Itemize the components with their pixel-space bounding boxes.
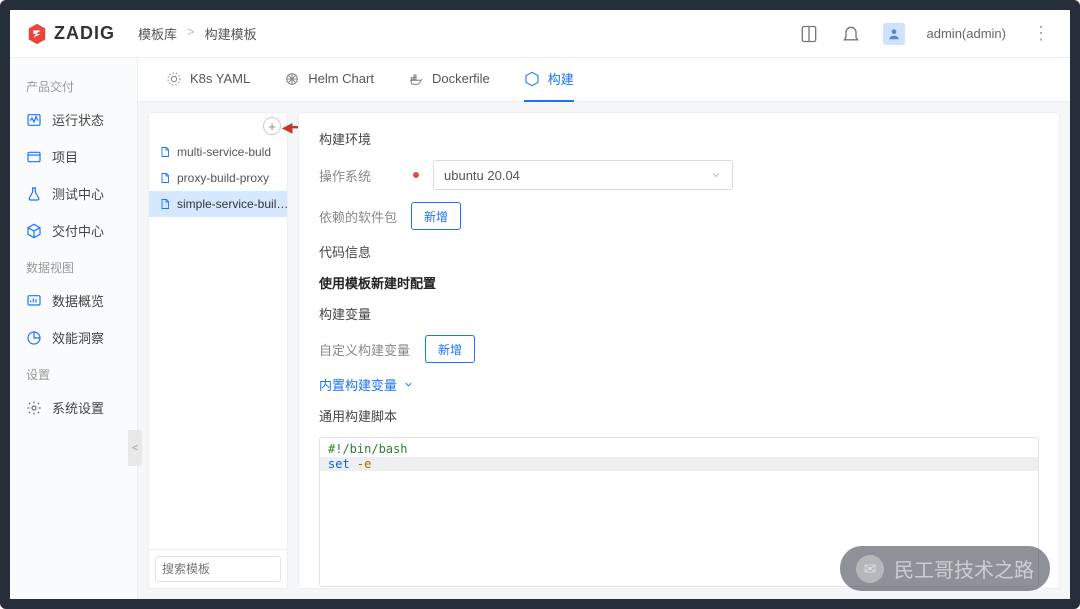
template-item[interactable]: simple-service-buil… (149, 191, 287, 217)
script-editor[interactable]: #!/bin/bash set -e (319, 437, 1039, 587)
sidebar-item-label: 数据概览 (52, 291, 104, 310)
template-hint: 使用模板新建时配置 (319, 273, 1039, 292)
logo-icon (26, 23, 48, 45)
username[interactable]: admin(admin) (927, 26, 1006, 41)
os-select-value: ubuntu 20.04 (444, 168, 520, 183)
code-line: #!/bin/bash (328, 442, 1030, 456)
search-input-wrap[interactable] (155, 556, 281, 582)
template-list-pane: + ◀━ multi-service-buld proxy-build-prox… (148, 112, 288, 589)
template-item-label: proxy-build-proxy (177, 171, 269, 185)
sidebar-item-status[interactable]: 运行状态 (10, 101, 137, 138)
file-icon (159, 172, 171, 184)
docs-icon[interactable] (799, 24, 819, 44)
template-item-label: simple-service-buil… (177, 197, 287, 211)
section-var-title: 构建变量 (319, 304, 1039, 323)
section-script-title: 通用构建脚本 (319, 406, 1039, 425)
deps-label: 依赖的软件包 (319, 207, 397, 226)
sidebar-item-delivery[interactable]: 交付中心 (10, 212, 137, 249)
customvar-label: 自定义构建变量 (319, 340, 411, 359)
file-icon (159, 198, 171, 210)
sidebar-item-label: 测试中心 (52, 184, 104, 203)
sidebar-item-project[interactable]: 项目 (10, 138, 137, 175)
topbar: ZADIG 模板库 > 构建模板 admin(admin) ⋮ (10, 10, 1070, 58)
template-item[interactable]: multi-service-buld (149, 139, 287, 165)
sidebar-item-label: 运行状态 (52, 110, 104, 129)
section-env-title: 构建环境 (319, 129, 1039, 148)
template-item[interactable]: proxy-build-proxy (149, 165, 287, 191)
file-icon (159, 146, 171, 158)
chevron-down-icon (710, 169, 722, 181)
sidebar-item-label: 效能洞察 (52, 328, 104, 347)
add-dep-button[interactable]: 新增 (411, 202, 461, 230)
project-icon (26, 149, 42, 165)
sidebar: 产品交付 运行状态 项目 测试中心 交付中心 数据视图 数据概览 效能洞察 设置… (10, 58, 138, 599)
sidebar-group: 产品交付 (10, 68, 137, 101)
build-form: 构建环境 操作系统 ubuntu 20.04 依赖的软件包 新增 代码信息 (298, 112, 1060, 589)
breadcrumb-root[interactable]: 模板库 (138, 24, 177, 43)
sidebar-item-label: 系统设置 (52, 398, 104, 417)
required-dot-icon (413, 172, 419, 178)
search-input[interactable] (162, 562, 317, 576)
brand-name: ZADIG (54, 23, 115, 44)
os-label: 操作系统 (319, 166, 397, 185)
flask-icon (26, 186, 42, 202)
sidebar-group: 设置 (10, 356, 137, 389)
tab-label: K8s YAML (190, 71, 250, 86)
k8s-icon (166, 71, 182, 87)
code-line: set -e (320, 457, 1038, 471)
breadcrumb-current: 构建模板 (205, 24, 257, 43)
tabbar: K8s YAML Helm Chart Dockerfile 构建 (138, 58, 1070, 102)
builtin-var-link[interactable]: 内置构建变量 (319, 375, 1039, 394)
add-var-button[interactable]: 新增 (425, 335, 475, 363)
package-icon (26, 223, 42, 239)
add-template-button[interactable]: + (263, 117, 281, 135)
sidebar-collapse[interactable]: < (128, 430, 142, 466)
sidebar-item-overview[interactable]: 数据概览 (10, 282, 137, 319)
build-icon (524, 71, 540, 87)
tab-label: 构建 (548, 69, 574, 88)
template-item-label: multi-service-buld (177, 145, 271, 159)
user-icon (887, 27, 901, 41)
chevron-down-icon (403, 379, 414, 390)
piechart-icon (26, 330, 42, 346)
dashboard-icon (26, 293, 42, 309)
tab-k8s-yaml[interactable]: K8s YAML (166, 58, 250, 102)
tab-build[interactable]: 构建 (524, 58, 574, 102)
breadcrumb: 模板库 > 构建模板 (138, 24, 257, 43)
sidebar-item-settings[interactable]: 系统设置 (10, 389, 137, 426)
tab-label: Helm Chart (308, 71, 374, 86)
sidebar-group: 数据视图 (10, 249, 137, 282)
sidebar-item-label: 项目 (52, 147, 78, 166)
docker-icon (408, 71, 424, 87)
avatar[interactable] (883, 23, 905, 45)
gear-icon (26, 400, 42, 416)
helm-icon (284, 71, 300, 87)
tab-label: Dockerfile (432, 71, 490, 86)
sidebar-item-label: 交付中心 (52, 221, 104, 240)
tab-helm[interactable]: Helm Chart (284, 58, 374, 102)
more-icon[interactable]: ⋮ (1028, 23, 1054, 44)
logo[interactable]: ZADIG (26, 23, 138, 45)
tab-dockerfile[interactable]: Dockerfile (408, 58, 490, 102)
pulse-icon (26, 112, 42, 128)
os-select[interactable]: ubuntu 20.04 (433, 160, 733, 190)
sidebar-item-insight[interactable]: 效能洞察 (10, 319, 137, 356)
sidebar-item-test[interactable]: 测试中心 (10, 175, 137, 212)
bell-icon[interactable] (841, 24, 861, 44)
builtin-var-link-label: 内置构建变量 (319, 375, 397, 394)
breadcrumb-sep: > (187, 24, 195, 43)
section-code-title: 代码信息 (319, 242, 1039, 261)
